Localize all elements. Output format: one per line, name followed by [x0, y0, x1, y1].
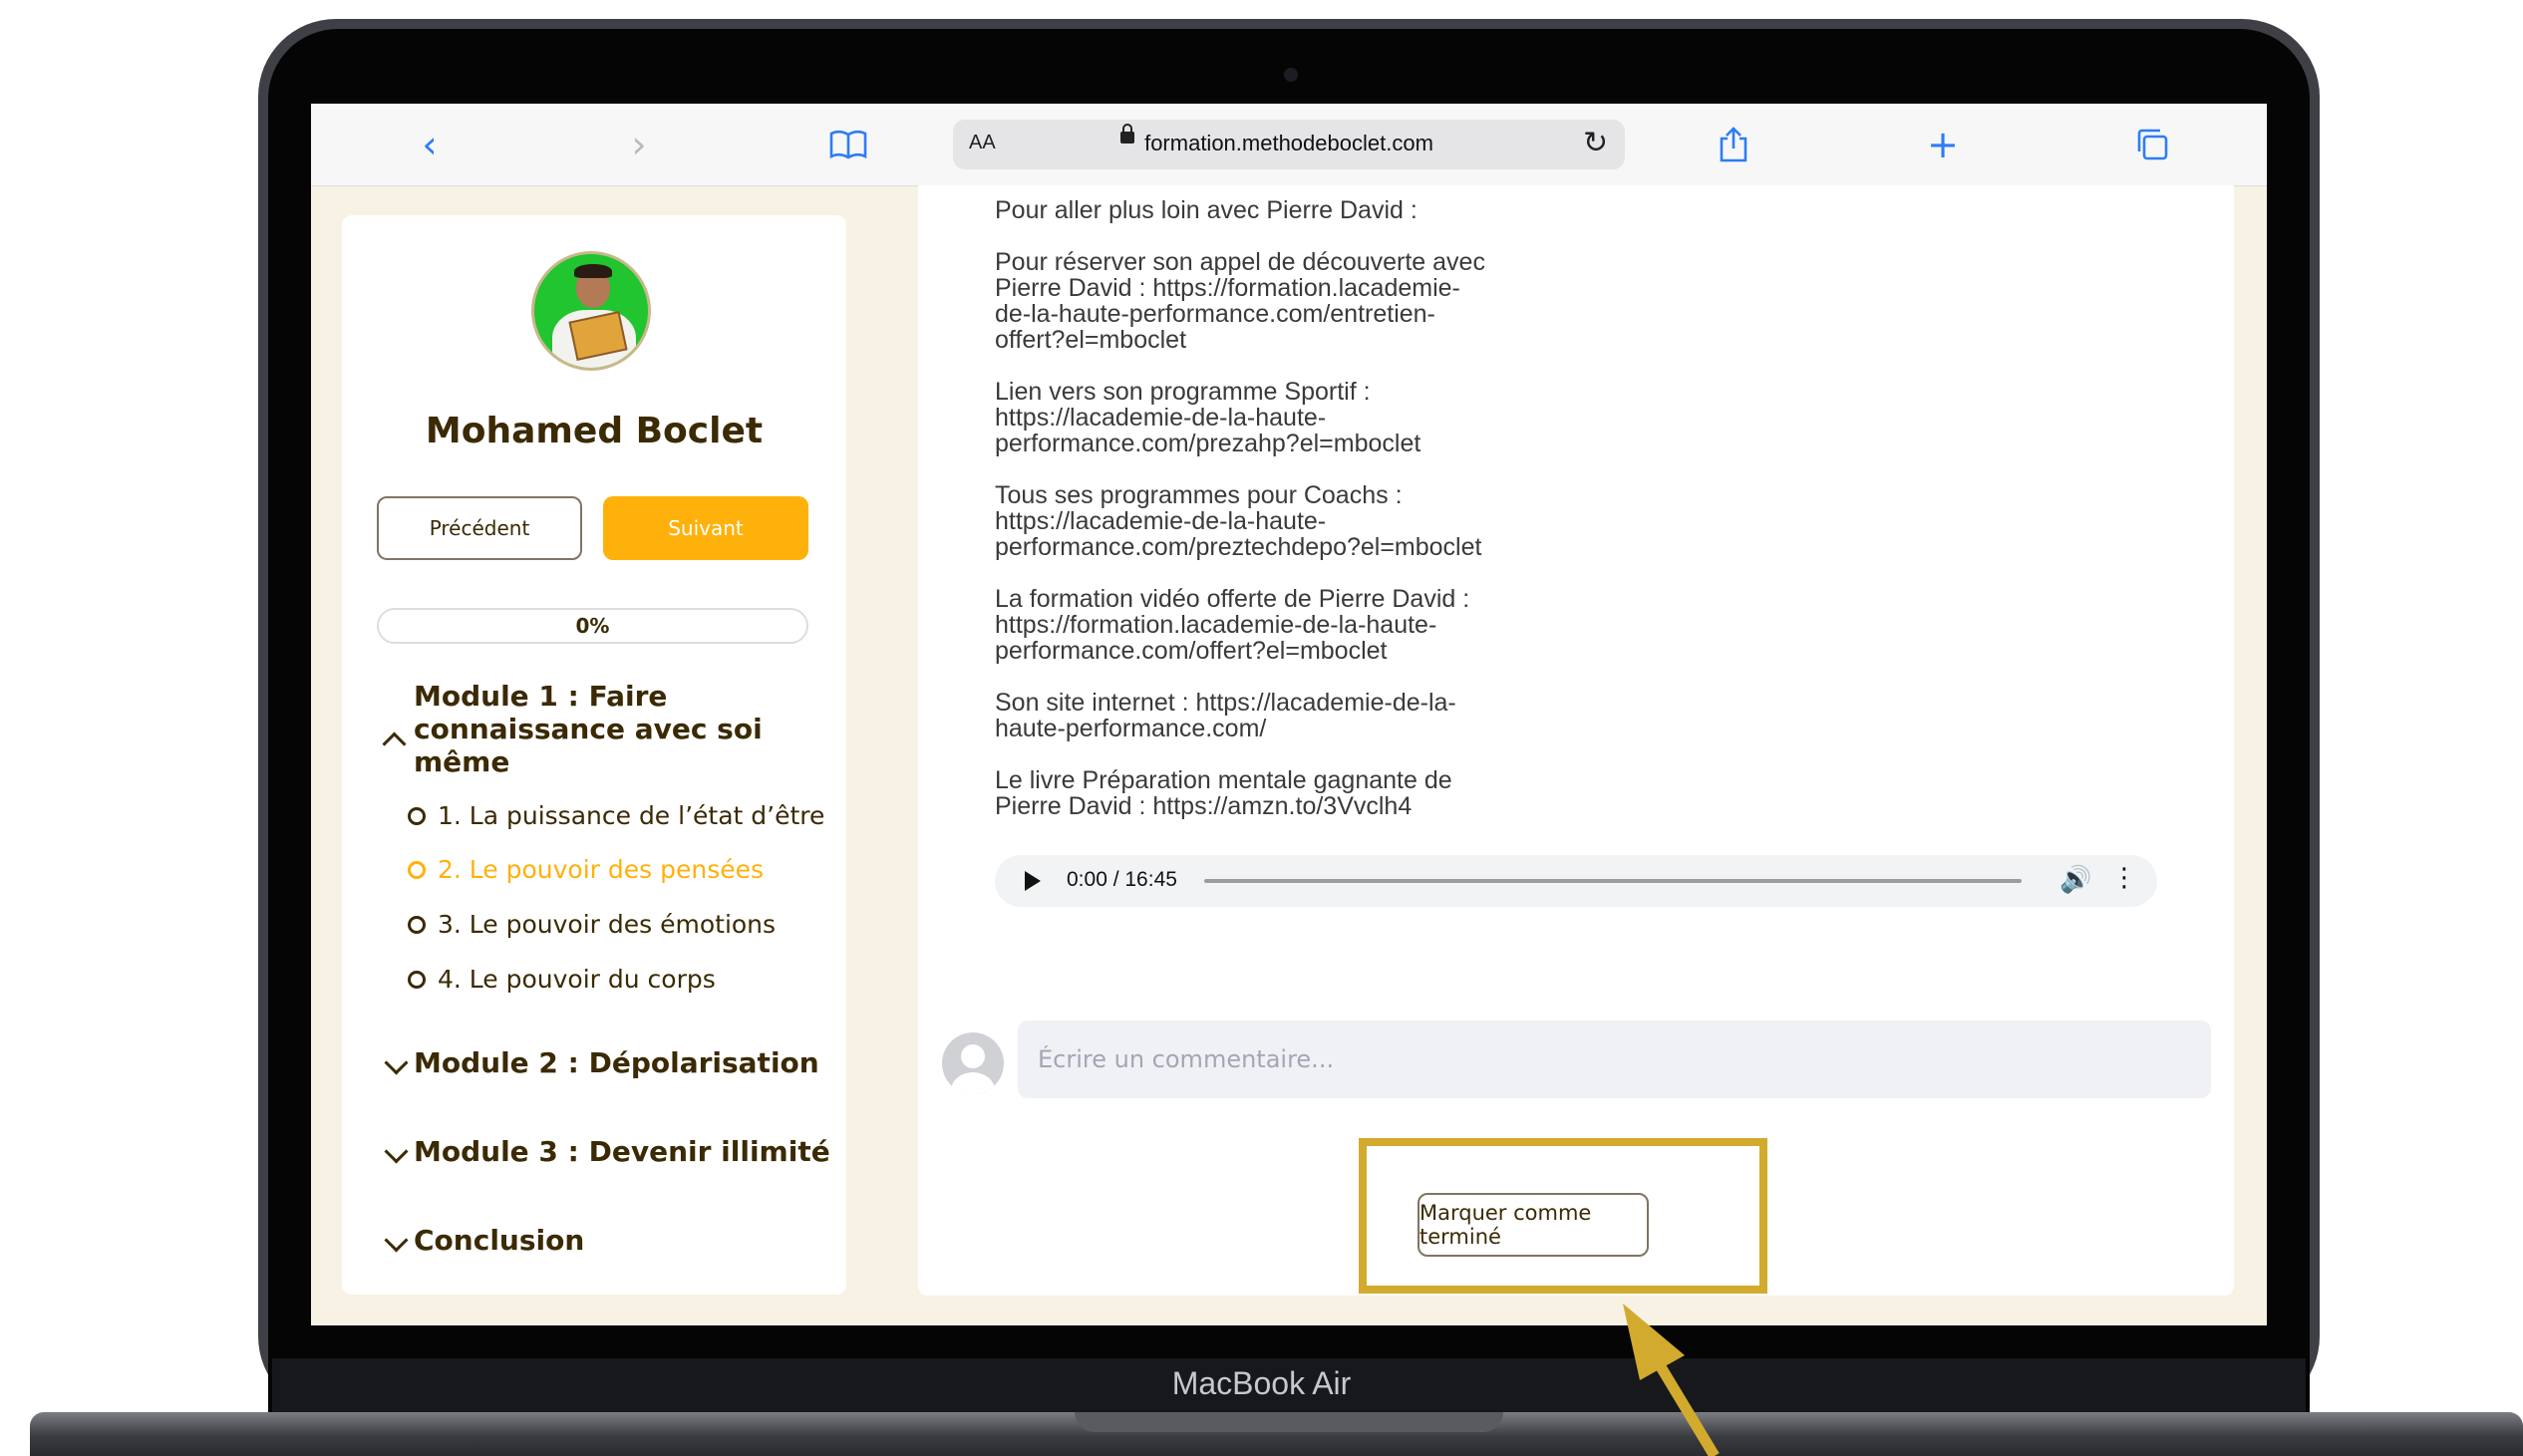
lesson-status-icon	[408, 860, 426, 879]
module-title: Module 3 : Devenir illimité	[414, 1135, 830, 1168]
highlight-box	[1359, 1138, 1767, 1294]
content-paragraph: Le livre Préparation mentale gagnante de…	[995, 766, 1452, 820]
content-paragraph: Tous ses programmes pour Coachs : https:…	[995, 481, 1482, 561]
lesson-item[interactable]: 3. Le pouvoir des émotions	[408, 910, 776, 939]
chevron-down-icon	[384, 1050, 409, 1075]
chevron-down-icon	[384, 1228, 409, 1253]
content-paragraph: Son site internet : https://lacademie-de…	[995, 689, 1456, 742]
progress-bar: 0%	[377, 608, 808, 644]
tabs-overview-icon[interactable]	[2129, 122, 2175, 167]
previous-button[interactable]: Précédent	[377, 496, 582, 560]
module-1-title: Module 1 : Faire connaissance avec soi m…	[414, 680, 763, 778]
lesson-label: 2. Le pouvoir des pensées	[438, 855, 765, 884]
browser-screen: ‹ › AA formation.methodeboclet.com ↻ + M…	[311, 104, 2267, 1325]
new-tab-icon[interactable]: +	[1920, 122, 1966, 167]
play-icon[interactable]	[1025, 871, 1041, 891]
lesson-item[interactable]: 4. Le pouvoir du corps	[408, 965, 716, 994]
bookmarks-icon[interactable]	[825, 122, 871, 167]
laptop-notch	[1075, 1412, 1503, 1432]
lock-icon	[1120, 124, 1134, 144]
content-paragraph: Pour réserver son appel de découverte av…	[995, 248, 1485, 354]
module-title: Module 2 : Dépolarisation	[414, 1046, 819, 1079]
url-text: formation.methodeboclet.com	[1144, 131, 1433, 155]
browser-toolbar: ‹ › AA formation.methodeboclet.com ↻ +	[311, 104, 2267, 186]
lesson-item[interactable]: 1. La puissance de l’état d’être	[408, 801, 824, 830]
back-icon[interactable]: ‹	[407, 122, 453, 167]
camera	[1284, 68, 1298, 82]
device-label: MacBook Air	[1171, 1365, 1352, 1401]
next-button[interactable]: Suivant	[603, 496, 808, 560]
user-name: Mohamed Boclet	[425, 411, 764, 451]
avatar	[531, 251, 651, 371]
audio-seek-bar[interactable]	[1204, 879, 2022, 883]
lesson-status-icon	[408, 915, 426, 934]
lesson-status-icon	[408, 806, 426, 825]
lesson-label: 3. Le pouvoir des émotions	[438, 910, 777, 939]
course-sidebar: Mohamed Boclet Précédent Suivant 0% Modu…	[342, 215, 846, 1295]
chevron-up-icon	[382, 731, 407, 756]
chevron-down-icon	[384, 1139, 409, 1164]
address-bar[interactable]: AA formation.methodeboclet.com ↻	[953, 120, 1625, 169]
commenter-avatar	[942, 1032, 1004, 1094]
forward-icon[interactable]: ›	[616, 122, 662, 167]
volume-icon[interactable]: 🔊	[2059, 865, 2091, 895]
more-options-icon[interactable]: ⋮	[2111, 863, 2137, 893]
lesson-status-icon	[408, 970, 426, 989]
lesson-label: 1. La puissance de l’état d’être	[438, 801, 825, 830]
audio-player: 0:00 / 16:45 🔊 ⋮	[995, 855, 2157, 907]
audio-time: 0:00 / 16:45	[1067, 868, 1177, 891]
share-icon[interactable]	[1711, 122, 1756, 167]
reload-icon[interactable]: ↻	[1583, 126, 1608, 160]
module-title: Conclusion	[414, 1224, 585, 1257]
progress-label: 0%	[575, 614, 610, 638]
lesson-item-active[interactable]: 2. Le pouvoir des pensées	[408, 855, 764, 884]
lesson-label: 4. Le pouvoir du corps	[438, 965, 716, 994]
content-paragraph: La formation vidéo offerte de Pierre Dav…	[995, 585, 1470, 665]
content-heading: Pour aller plus loin avec Pierre David :	[995, 196, 1418, 224]
content-paragraph: Lien vers son programme Sportif : https:…	[995, 378, 1421, 457]
comment-input[interactable]	[1018, 1020, 2211, 1098]
